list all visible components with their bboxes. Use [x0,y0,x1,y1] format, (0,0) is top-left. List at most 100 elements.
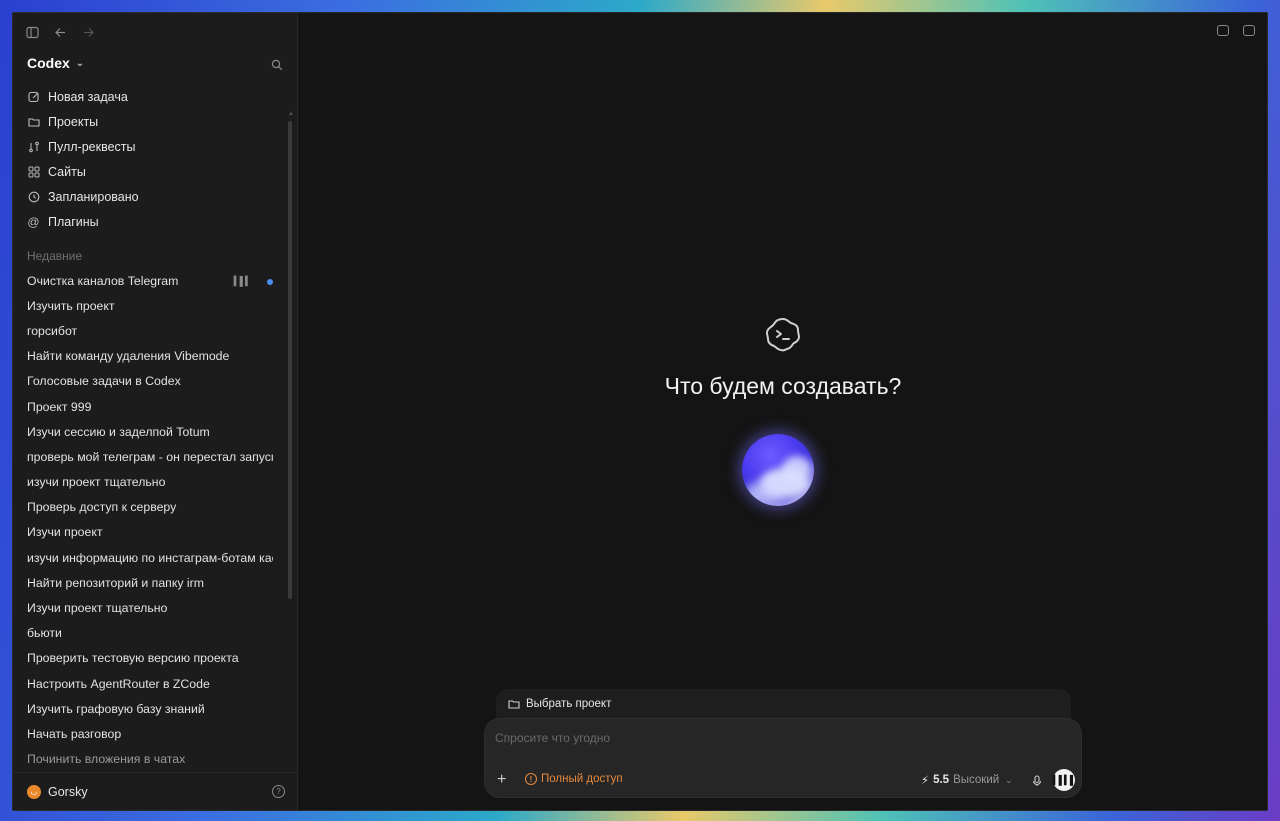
edit-icon [27,90,40,103]
pull-request-icon [27,140,40,153]
recent-item-label: Очистка каналов Telegram [27,273,179,288]
bolt-icon: ⚡ [921,775,930,787]
add-attachment-icon[interactable]: + [497,771,506,789]
terminal-panel-icon[interactable] [1217,25,1229,36]
user-footer[interactable]: ◡ Gorsky ? [13,772,297,810]
forward-arrow-icon[interactable] [81,25,95,39]
recent-item[interactable]: Голосовые задачи в Codex [27,369,273,394]
microphone-icon[interactable] [1031,774,1043,786]
waveform-icon: ▍▌▍▌ [1052,774,1077,785]
side-panel-icon[interactable] [1243,25,1255,36]
codex-logo-icon [763,315,803,355]
model-level: Высокий [953,774,1000,786]
search-icon[interactable] [271,58,285,72]
nav-item-label: Проекты [48,114,99,129]
nav-item-label: Запланировано [48,189,139,204]
recent-item[interactable]: изучи информацию по инстаграм-ботам кас [27,545,273,570]
app-name: Codex [27,55,70,71]
clock-icon [27,190,40,203]
recent-item-label: изучи информацию по инстаграм-ботам кас [27,550,273,565]
nav-item-new-task[interactable]: Новая задача [27,84,287,109]
scroll-up-icon[interactable]: ▲ [288,111,294,117]
sidebar: Codex ⌄ Новая задача Проекты Пулл-реквес… [13,13,298,810]
recent-item-label: Изучи проект тщательно [27,601,168,616]
recent-item[interactable]: Проверь доступ к серверу [27,495,273,520]
recent-item[interactable]: Настроить AgentRouter в ZCode [27,671,273,696]
nav-item-label: Сайты [48,164,86,179]
recent-item-label: Проект 999 [27,399,92,414]
recent-item-label: Найти команду удаления Vibemode [27,349,230,364]
chevron-down-icon: ⌄ [75,57,85,69]
nav-item-projects[interactable]: Проекты [27,109,287,134]
recent-item[interactable]: Изучи сессию и заделпой Totum [27,419,273,444]
recent-item-label: Изучи проект [27,525,103,540]
recent-item[interactable]: Починить вложения в чатах [27,747,273,772]
recent-item[interactable]: горсибот [27,318,273,343]
recent-item[interactable]: Проверить тестовую версию проекта [27,646,273,671]
recent-item[interactable]: Изучить проект [27,293,273,318]
sidebar-scrollbar[interactable] [288,121,292,599]
sidebar-nav: Новая задача Проекты Пулл-реквесты Сайты… [27,84,287,234]
unread-dot [267,278,273,285]
nav-item-label: Новая задача [48,89,128,104]
recent-item-label: Настроить AgentRouter в ZCode [27,676,210,691]
chevron-down-icon: ⌄ [1005,774,1013,785]
recent-item-label: Изучить проект [27,298,115,313]
recent-item[interactable]: Проект 999 [27,394,273,419]
avatar: ◡ [27,784,41,799]
recent-item[interactable]: изучи проект тщательно [27,470,273,495]
main-panel: Что будем создавать? Выбрать проект + ! … [299,13,1267,810]
voice-orb[interactable] [742,434,814,506]
recent-item[interactable]: Найти команду удаления Vibemode [27,344,273,369]
recent-item[interactable]: Изучить графовую базу знаний [27,696,273,721]
composer: + ! Полный доступ ⚡ 5.5 Высокий ⌄ ▍▌▍▌ [484,718,1082,798]
back-arrow-icon[interactable] [53,25,67,39]
nav-item-label: Пулл-реквесты [48,139,136,154]
model-version: 5.5 [933,774,950,786]
recent-item-label: Проверить тестовую версию проекта [27,651,239,666]
recent-item-indicators: ▍▌▍ [234,276,273,287]
folder-icon [27,115,40,128]
recent-item-label: бьюти [27,626,62,641]
nav-item-pull-requests[interactable]: Пулл-реквесты [27,134,287,159]
access-mode-button[interactable]: ! Полный доступ [525,773,623,785]
recent-item-label: Изучить графовую базу знаний [27,701,205,716]
warning-icon: ! [525,773,537,785]
recent-item-label: Найти репозиторий и папку irm [27,575,204,590]
voice-mode-button[interactable]: ▍▌▍▌ [1052,769,1077,791]
recent-item-label: изучи проект тщательно [27,475,166,490]
model-selector[interactable]: ⚡ 5.5 Высокий ⌄ [921,773,1013,787]
recent-item-label: проверь мой телеграм - он перестал запус… [27,449,273,464]
recent-item[interactable]: Очистка каналов Telegram ▍▌▍ [27,268,273,293]
recent-item-label: Начать разговор [27,726,122,741]
recent-item[interactable]: Изучи проект [27,520,273,545]
nav-item-sites[interactable]: Сайты [27,159,287,184]
access-mode-label: Полный доступ [541,773,623,785]
select-project-label: Выбрать проект [526,698,612,710]
nav-item-plugins[interactable]: @ Плагины [27,209,287,234]
help-icon[interactable]: ? [272,785,285,798]
recent-item[interactable]: Найти репозиторий и папку irm [27,570,273,595]
recent-item-label: горсибот [27,323,78,338]
prompt-input[interactable] [495,731,1055,745]
recent-list: Очистка каналов Telegram ▍▌▍ Изучить про… [27,268,273,772]
folder-icon [508,698,520,710]
recent-item[interactable]: Изучи проект тщательно [27,595,273,620]
recent-item[interactable]: проверь мой телеграм - он перестал запус… [27,444,273,469]
orb-highlight [744,482,784,504]
recent-item[interactable]: бьюти [27,621,273,646]
recent-item-label: Изучи сессию и заделпой Totum [27,424,210,439]
sidebar-toggle-icon[interactable] [25,25,39,39]
workspace-switcher[interactable]: Codex ⌄ [27,55,84,71]
waveform-icon: ▍▌▍ [233,276,252,286]
app-window: Codex ⌄ Новая задача Проекты Пулл-реквес… [12,12,1268,811]
grid-icon [27,165,40,178]
recent-item-label: Починить вложения в чатах [27,752,186,767]
recent-heading: Недавние [27,249,83,263]
sidebar-toolbar [25,25,95,39]
hero-title: Что будем создавать? [664,373,902,399]
user-name: Gorsky [48,784,88,799]
nav-item-scheduled[interactable]: Запланировано [27,184,287,209]
select-project-button[interactable]: Выбрать проект [496,689,1071,719]
recent-item[interactable]: Начать разговор [27,721,273,746]
